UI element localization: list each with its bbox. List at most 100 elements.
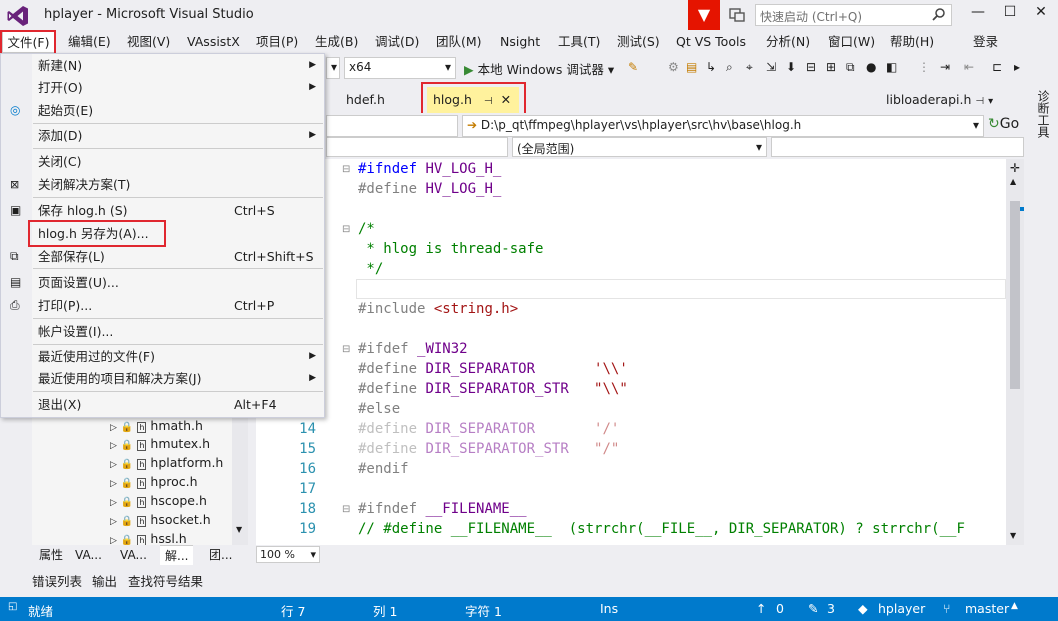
solution-scrollbar[interactable]: ▼ [232, 415, 248, 545]
feedback-icon[interactable] [728, 6, 746, 24]
status-ready: 就绪 [28, 604, 54, 619]
repo-icon[interactable]: ◆ [858, 601, 868, 616]
status-push-count[interactable]: 0 [776, 601, 784, 616]
search-icon[interactable] [932, 7, 946, 21]
menu-item-page-setup[interactable]: ▤ 页面设置(U)... [2, 271, 324, 294]
tab-libloaderapi[interactable]: libloaderapi.h ⊣ ▾ [880, 87, 999, 113]
tab-solution-explorer[interactable]: 解... [160, 545, 194, 565]
global-scope-combo[interactable]: (全局范围) ▾ [512, 137, 767, 157]
camera-icon[interactable]: ◧ [886, 60, 897, 74]
menu-build[interactable]: 生成(B) [312, 31, 361, 53]
attach-icon[interactable]: ▤ [686, 60, 697, 74]
notification-filter-icon[interactable]: ▼ [688, 0, 720, 30]
menu-item-print[interactable]: ⎙ 打印(P)... Ctrl+P [2, 294, 324, 317]
menu-debug[interactable]: 调试(D) [372, 31, 422, 53]
record-icon[interactable]: ● [866, 60, 876, 74]
menu-test[interactable]: 测试(S) [614, 31, 663, 53]
zoom-combo[interactable]: 100 % ▾ [256, 546, 320, 563]
menu-view[interactable]: 视图(V) [124, 31, 173, 53]
close-window-button[interactable]: ✕ [1026, 4, 1056, 26]
menu-item-recent-files[interactable]: 最近使用过的文件(F) ▶ [2, 345, 324, 368]
menu-qt-vs-tools[interactable]: Qt VS Tools [673, 31, 749, 53]
branch-icon[interactable]: ⑂ [943, 601, 951, 616]
platform-dropdown[interactable]: x64 ▾ [344, 57, 456, 79]
menu-item-start-page[interactable]: ◎ 起始页(E) [2, 99, 324, 122]
member-combo[interactable] [771, 137, 1024, 157]
tree-item[interactable]: ▷ 🔒 h hscope.h [110, 491, 207, 510]
config-dropdown[interactable]: ▾ [326, 57, 340, 79]
menu-item-add[interactable]: 添加(D) ▶ [2, 124, 324, 147]
indent-icon[interactable]: ⇥ [940, 60, 950, 74]
bookmark-icon[interactable]: ⌖ [746, 60, 753, 75]
status-repo[interactable]: hplayer [878, 601, 925, 616]
minimize-button[interactable]: — [963, 4, 993, 26]
tree-item[interactable]: ▷ 🔒 h hmath.h [110, 416, 203, 435]
menu-team[interactable]: 团队(M) [433, 31, 485, 53]
tab-properties[interactable]: 属性 [34, 545, 68, 565]
tab-team[interactable]: 团... [204, 545, 237, 565]
menu-window[interactable]: 窗口(W) [825, 31, 878, 53]
comment-icon[interactable]: ⊏ [992, 60, 1002, 74]
tree-item[interactable]: ▷ 🔒 h hproc.h [110, 472, 198, 491]
tab-hdef[interactable]: hdef.h [340, 87, 391, 113]
quick-launch-input[interactable]: 快速启动 (Ctrl+Q) [755, 4, 952, 26]
menu-vassistx[interactable]: VAssistX [184, 31, 243, 53]
menu-item-exit[interactable]: 退出(X) Alt+F4 [2, 393, 324, 416]
scroll-down-icon[interactable]: ▼ [1010, 531, 1016, 540]
pin-icon[interactable]: ✎ [628, 60, 638, 74]
login-link[interactable]: 登录 [970, 31, 1001, 53]
start-debugging-button[interactable]: ▶ 本地 Windows 调试器 ▾ [464, 59, 614, 78]
menu-item-open[interactable]: 打开(O) ▶ [2, 76, 324, 99]
push-icon[interactable]: ↑ [756, 601, 766, 616]
menu-item-recent-projects[interactable]: 最近使用的项目和解决方案(J) ▶ [2, 367, 324, 390]
unindent-icon[interactable]: ⇤ [964, 60, 974, 74]
list-icon[interactable]: ⊞ [826, 60, 836, 74]
menu-tools[interactable]: 工具(T) [555, 31, 603, 53]
project-combo[interactable] [326, 115, 458, 137]
tab-find-symbol-results[interactable]: 查找符号结果 [128, 571, 203, 590]
tab-error-list[interactable]: 错误列表 [32, 571, 82, 590]
maximize-button[interactable]: ☐ [995, 4, 1025, 26]
menu-item-new[interactable]: 新建(N) ▶ [2, 54, 324, 77]
scroll-down-icon[interactable]: ▼ [236, 525, 242, 534]
more-icon[interactable]: ▸ [1014, 60, 1020, 74]
scroll-up-icon[interactable]: ▲ [1010, 177, 1016, 186]
menu-item-close-solution[interactable]: ⊠ 关闭解决方案(T) [2, 173, 324, 196]
outline-icon[interactable]: ⊟ [806, 60, 816, 74]
tab-output[interactable]: 输出 [92, 571, 117, 590]
status-branch[interactable]: master [965, 601, 1009, 616]
navigate-icon[interactable]: ⇲ [766, 60, 776, 74]
tab-va-1[interactable]: VA... [70, 545, 107, 565]
menu-item-save[interactable]: ▣ 保存 hlog.h (S) Ctrl+S [2, 199, 324, 222]
find-icon[interactable]: ⌕ [726, 60, 733, 75]
step-icon[interactable]: ↳ [706, 60, 716, 74]
branch-menu-icon[interactable]: ▲ [1011, 601, 1018, 611]
tree-item[interactable]: ▷ 🔒 h hplatform.h [110, 453, 223, 472]
editor-vertical-scrollbar[interactable]: ✛ ▲ ▼ [1006, 159, 1024, 545]
pin-icon[interactable]: ⊣ [975, 96, 984, 107]
pencil-icon[interactable]: ✎ [808, 601, 818, 616]
go-button[interactable]: ↻Go [988, 116, 1019, 132]
breakpoints-icon[interactable]: ⬇ [786, 60, 796, 74]
status-changes-count[interactable]: 3 [827, 601, 835, 616]
tree-item[interactable]: ▷ 🔒 h hmutex.h [110, 434, 210, 453]
menu-item-save-all[interactable]: ⧉ 全部保存(L) Ctrl+Shift+S [2, 245, 324, 268]
menu-project[interactable]: 项目(P) [253, 31, 301, 53]
menu-analyze[interactable]: 分析(N) [763, 31, 813, 53]
menu-nsight[interactable]: Nsight [497, 31, 543, 53]
menu-item-close[interactable]: 关闭(C) [2, 150, 324, 173]
menu-item-account-settings[interactable]: 帐户设置(I)... [2, 320, 324, 343]
format-icon[interactable]: ⧉ [846, 60, 855, 75]
tree-item[interactable]: ▷ 🔒 h hsocket.h [110, 510, 211, 529]
menu-help[interactable]: 帮助(H) [887, 31, 937, 53]
tab-list-icon[interactable]: ▾ [988, 96, 993, 107]
class-scope-combo[interactable] [326, 137, 508, 157]
file-path-combo[interactable]: ➔ D:\p_qt\ffmpeg\hplayer\vs\hplayer\src\… [462, 115, 984, 137]
tab-va-2[interactable]: VA... [115, 545, 152, 565]
scroll-thumb[interactable] [1010, 201, 1020, 389]
menu-edit[interactable]: 编辑(E) [65, 31, 114, 53]
tree-item[interactable]: ▷ 🔒 h hssl.h [110, 529, 187, 545]
debug-tool-icon[interactable]: ⚙ [668, 60, 679, 74]
split-icon[interactable]: ✛ [1010, 161, 1020, 175]
diagnostic-tools-tab[interactable]: 诊断工具 [1036, 90, 1052, 138]
